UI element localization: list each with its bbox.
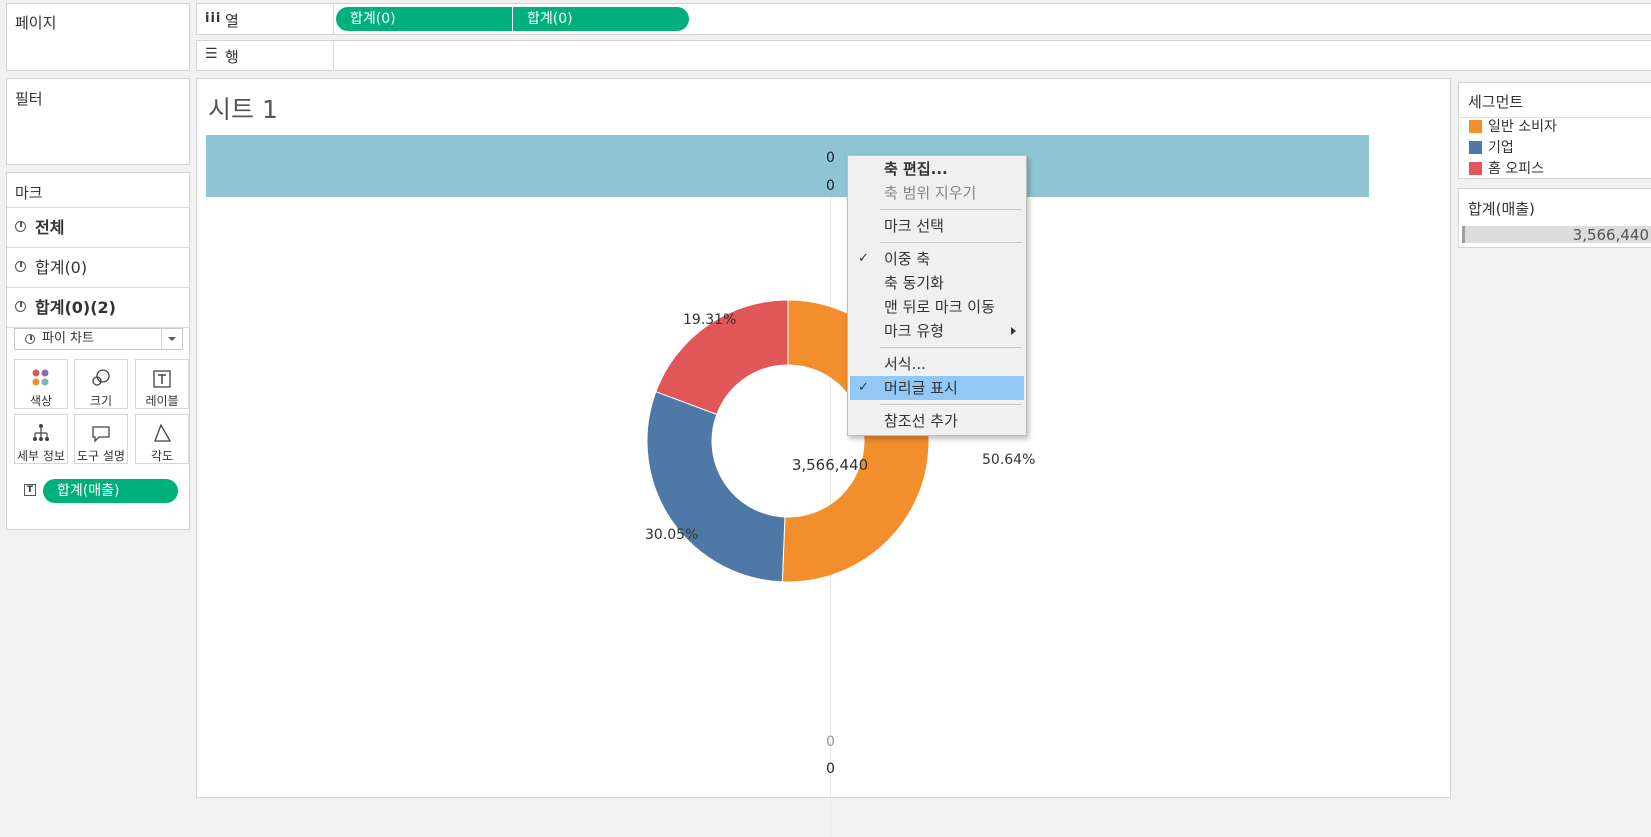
rows-shelf-divider bbox=[333, 41, 334, 70]
menu-separator bbox=[880, 242, 1022, 243]
angle-button[interactable]: 각도 bbox=[135, 414, 189, 464]
marks-row-sum0[interactable]: 합계(0) bbox=[7, 247, 189, 287]
menu-select-marks[interactable]: 마크 선택 bbox=[848, 214, 1026, 238]
field-pill-sum-sales[interactable]: 합계(매출) bbox=[43, 479, 178, 503]
marks-row-sum0-label: 합계(0) bbox=[35, 258, 88, 277]
tooltip-button-label: 도구 설명 bbox=[77, 449, 125, 463]
size-icon bbox=[75, 360, 127, 388]
pie-icon bbox=[25, 334, 35, 344]
column-pill-1[interactable]: 합계(0) bbox=[336, 7, 512, 31]
detail-button-label: 세부 정보 bbox=[17, 449, 65, 463]
legend-label-consumer: 일반 소비자 bbox=[1488, 119, 1557, 135]
check-icon: ✓ bbox=[858, 380, 869, 395]
check-icon: ✓ bbox=[858, 251, 869, 266]
legend-item-home-office[interactable]: 홈 오피스 bbox=[1469, 160, 1544, 178]
mark-type-select[interactable]: 파이 차트 bbox=[14, 328, 183, 350]
pie-icon bbox=[15, 261, 26, 272]
rows-shelf[interactable]: ☰ 행 bbox=[196, 40, 1651, 71]
marks-title: 마크 bbox=[15, 184, 43, 202]
filters-label: 필터 bbox=[15, 90, 43, 108]
menu-separator bbox=[880, 347, 1022, 348]
rows-icon: ☰ bbox=[205, 46, 218, 62]
mark-type-divider bbox=[161, 329, 162, 349]
columns-shelf-divider bbox=[333, 4, 334, 34]
menu-add-reference-line[interactable]: 참조선 추가 bbox=[848, 409, 1026, 433]
worksheet[interactable]: 시트 1 0 0 0 0 50.64% 30.05% 19.31% 3,566,44… bbox=[196, 78, 1451, 837]
menu-mark-type-label: 마크 유형 bbox=[884, 322, 944, 340]
color-button[interactable]: 색상 bbox=[14, 359, 68, 409]
donut-chart[interactable]: 50.64% 30.05% 19.31% 3,566,440 bbox=[197, 79, 1447, 799]
size-legend[interactable]: 합계(매출) 3,566,440 bbox=[1458, 188, 1651, 248]
marks-row-all[interactable]: 전체 bbox=[7, 207, 189, 247]
color-icon bbox=[15, 360, 67, 388]
menu-edit-axis[interactable]: 축 편집... bbox=[848, 157, 1026, 181]
menu-separator bbox=[880, 209, 1022, 210]
submenu-arrow-icon bbox=[1011, 327, 1016, 335]
angle-icon bbox=[136, 415, 188, 443]
pages-card: 페이지 bbox=[6, 3, 190, 71]
size-legend-value: 3,566,440 bbox=[1572, 226, 1649, 244]
donut-slice-1[interactable] bbox=[646, 391, 786, 583]
size-button-label: 크기 bbox=[89, 394, 113, 408]
legend-label-home-office: 홈 오피스 bbox=[1488, 161, 1544, 177]
menu-clear-axis-range[interactable]: 축 범위 지우기 bbox=[848, 181, 1026, 205]
label-icon bbox=[136, 360, 188, 388]
rows-label: 행 bbox=[225, 48, 239, 66]
columns-shelf[interactable]: iii 열 합계(0) 합계(0) bbox=[196, 3, 1651, 35]
legend-swatch-corporate bbox=[1469, 141, 1482, 154]
filters-card[interactable]: 필터 bbox=[6, 78, 190, 165]
legend-swatch-consumer bbox=[1469, 120, 1482, 133]
menu-show-header-label: 머리글 표시 bbox=[884, 379, 958, 397]
marks-card: 마크 전체 합계(0) 합계(0)(2) 파이 차트 색상 크기 레이블 세부 … bbox=[6, 172, 190, 530]
menu-separator bbox=[880, 404, 1022, 405]
color-button-label: 색상 bbox=[29, 394, 53, 408]
tooltip-icon bbox=[75, 415, 127, 443]
column-pill-2[interactable]: 합계(0) bbox=[513, 7, 689, 31]
legend-label-corporate: 기업 bbox=[1488, 140, 1514, 156]
tooltip-button[interactable]: 도구 설명 bbox=[74, 414, 128, 464]
pie-icon bbox=[15, 301, 26, 312]
menu-dual-axis-label: 이중 축 bbox=[884, 250, 931, 268]
columns-icon: iii bbox=[205, 11, 222, 26]
donut-center-label: 3,566,440 bbox=[792, 456, 868, 474]
marks-row-all-label: 전체 bbox=[35, 218, 65, 237]
detail-button[interactable]: 세부 정보 bbox=[14, 414, 68, 464]
marks-row-sum0-2-label: 합계(0)(2) bbox=[35, 298, 116, 317]
legend-title: 세그먼트 bbox=[1468, 93, 1524, 111]
detail-icon bbox=[15, 415, 67, 443]
donut-value-label-0: 50.64% bbox=[982, 452, 1035, 468]
text-icon: T bbox=[24, 484, 36, 496]
donut-value-label-1: 30.05% bbox=[645, 527, 698, 543]
chevron-down-icon bbox=[168, 337, 176, 341]
marks-row-sum0-2[interactable]: 합계(0)(2) bbox=[7, 287, 189, 328]
label-button-label: 레이블 bbox=[145, 394, 179, 408]
segment-legend[interactable]: 세그먼트 일반 소비자 기업 홈 오피스 bbox=[1458, 82, 1651, 179]
donut-value-label-2: 19.31% bbox=[683, 312, 736, 328]
menu-move-marks-to-back[interactable]: 맨 뒤로 마크 이동 bbox=[848, 295, 1026, 319]
label-button[interactable]: 레이블 bbox=[135, 359, 189, 409]
legend-swatch-home-office bbox=[1469, 162, 1482, 175]
menu-sync-axis[interactable]: 축 동기화 bbox=[848, 271, 1026, 295]
menu-dual-axis[interactable]: ✓ 이중 축 bbox=[848, 247, 1026, 271]
size-legend-title: 합계(매출) bbox=[1468, 200, 1535, 218]
legend-item-consumer[interactable]: 일반 소비자 bbox=[1469, 118, 1557, 136]
columns-label: 열 bbox=[225, 12, 239, 30]
pages-label: 페이지 bbox=[15, 14, 57, 32]
menu-format[interactable]: 서식... bbox=[848, 352, 1026, 376]
menu-mark-type[interactable]: 마크 유형 bbox=[848, 319, 1026, 343]
legend-item-corporate[interactable]: 기업 bbox=[1469, 139, 1514, 157]
context-menu: 축 편집... 축 범위 지우기 마크 선택 ✓ 이중 축 축 동기화 맨 뒤로 … bbox=[847, 155, 1027, 436]
size-button[interactable]: 크기 bbox=[74, 359, 128, 409]
angle-button-label: 각도 bbox=[150, 449, 174, 463]
mark-type-label: 파이 차트 bbox=[42, 331, 94, 346]
pie-icon bbox=[15, 221, 26, 232]
menu-show-header[interactable]: ✓ 머리글 표시 bbox=[850, 376, 1024, 400]
